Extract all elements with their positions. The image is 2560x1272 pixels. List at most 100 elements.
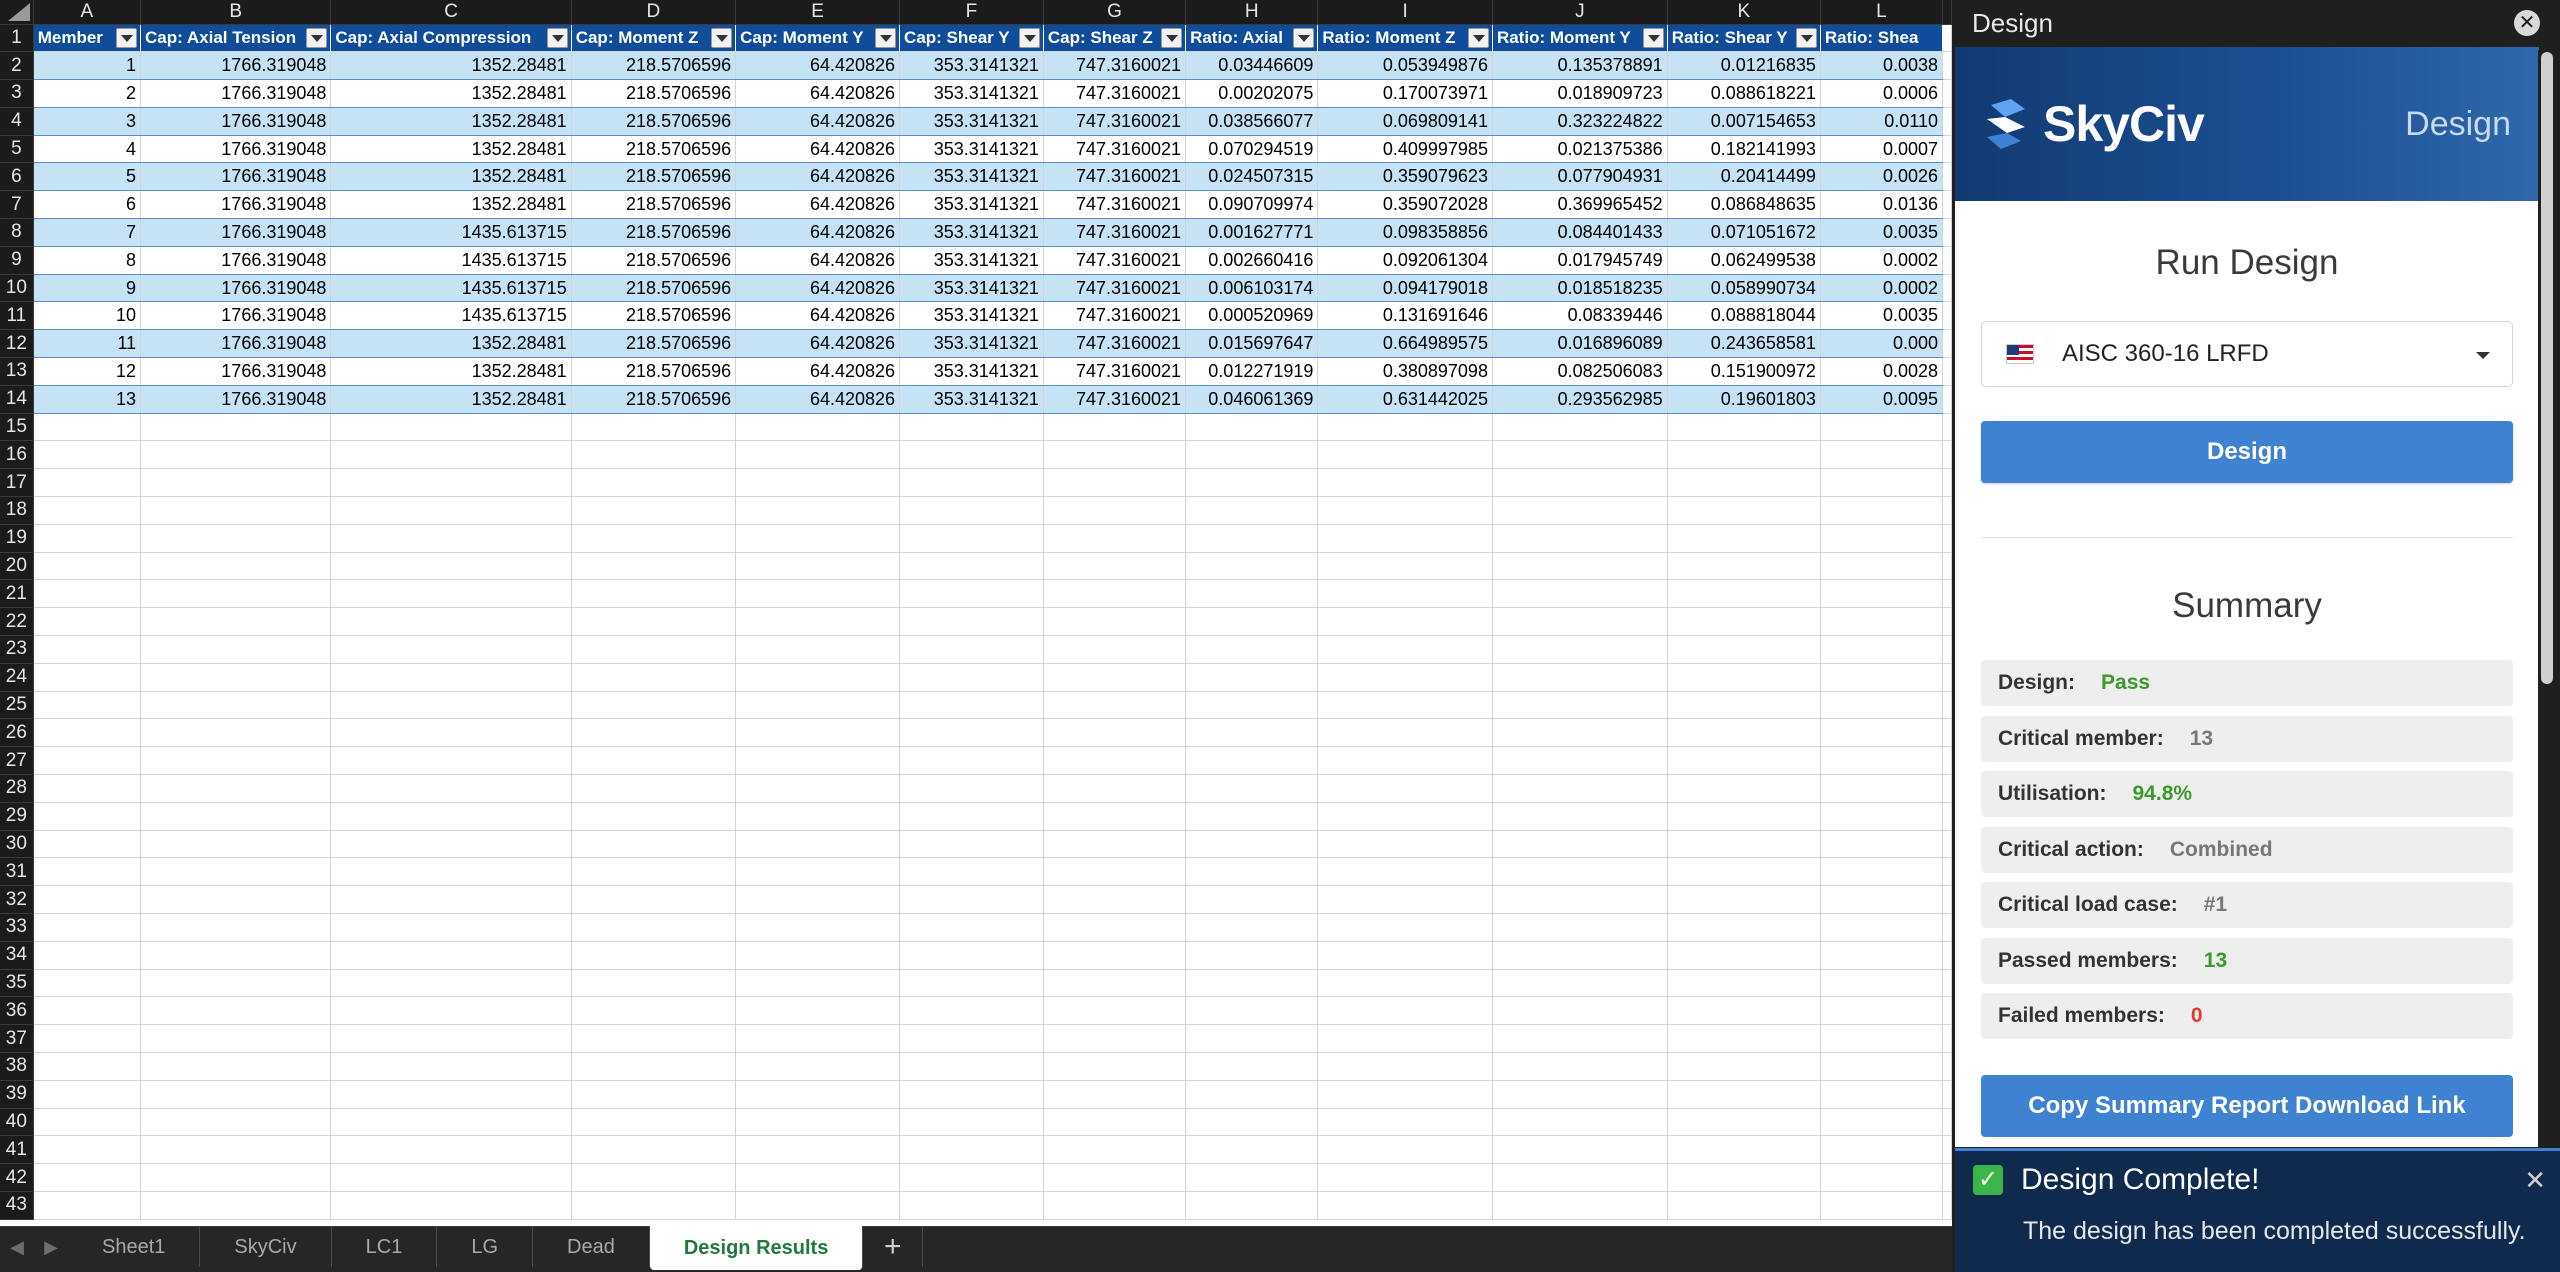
empty-cell[interactable]: [735, 1163, 901, 1192]
table-cell[interactable]: 10: [33, 301, 142, 331]
empty-cell[interactable]: [1942, 162, 1952, 192]
table-cell[interactable]: 0.015697647: [1185, 329, 1319, 359]
empty-cell[interactable]: [1317, 607, 1493, 637]
table-cell[interactable]: 0.323224822: [1492, 107, 1668, 136]
table-row[interactable]: 13 12 1766.319048 1352.28481 218.5706596 64.4…: [0, 357, 1952, 386]
sheet-tab-lc1[interactable]: LC1: [332, 1227, 438, 1267]
empty-cell[interactable]: [571, 1163, 737, 1192]
empty-cell[interactable]: [899, 969, 1044, 998]
empty-cell[interactable]: [571, 552, 737, 581]
row-header[interactable]: 37: [0, 1024, 34, 1053]
table-row[interactable]: 12 11 1766.319048 1352.28481 218.5706596 64.4…: [0, 329, 1952, 359]
empty-cell[interactable]: [140, 746, 332, 776]
row-header[interactable]: 7: [0, 190, 34, 220]
empty-cell[interactable]: [1820, 1052, 1944, 1081]
empty-cell[interactable]: [33, 1080, 142, 1109]
empty-cell[interactable]: [1492, 691, 1668, 720]
table-cell[interactable]: 64.420826: [735, 79, 901, 108]
empty-cell[interactable]: [1185, 1052, 1319, 1081]
prev-sheet-icon[interactable]: ◀: [0, 1227, 34, 1267]
empty-cell[interactable]: [1492, 718, 1668, 748]
row-header[interactable]: 4: [0, 107, 34, 136]
empty-cell[interactable]: [330, 440, 572, 470]
table-cell[interactable]: 0.069809141: [1317, 107, 1493, 136]
table-cell[interactable]: 353.3141321: [899, 274, 1044, 303]
table-header-cell[interactable]: Ratio: Shea: [1820, 24, 1944, 53]
empty-cell[interactable]: [33, 1163, 142, 1192]
row-header[interactable]: 9: [0, 246, 34, 275]
empty-cell[interactable]: [735, 746, 901, 776]
empty-cell[interactable]: [1043, 1191, 1187, 1220]
empty-cell[interactable]: [33, 830, 142, 859]
row-header[interactable]: 31: [0, 857, 34, 887]
empty-cell[interactable]: [1667, 468, 1821, 498]
table-cell[interactable]: 0.369965452: [1492, 190, 1668, 220]
row-header[interactable]: 25: [0, 691, 34, 720]
empty-cell[interactable]: [571, 802, 737, 831]
table-cell[interactable]: 218.5706596: [571, 162, 737, 192]
row-header[interactable]: 21: [0, 579, 34, 609]
table-cell[interactable]: 1766.319048: [140, 329, 332, 359]
empty-cell[interactable]: [1492, 941, 1668, 970]
empty-cell[interactable]: [1942, 635, 1952, 664]
row-header[interactable]: 12: [0, 329, 34, 359]
table-cell[interactable]: 353.3141321: [899, 246, 1044, 275]
empty-cell[interactable]: [1667, 440, 1821, 470]
empty-cell[interactable]: [899, 830, 1044, 859]
empty-cell[interactable]: [1492, 1024, 1668, 1053]
empty-cell[interactable]: [1317, 1052, 1493, 1081]
empty-cell[interactable]: [1942, 1080, 1952, 1109]
table-cell[interactable]: 747.3160021: [1043, 51, 1187, 81]
column-header-h[interactable]: H: [1185, 0, 1319, 25]
empty-cell[interactable]: [330, 941, 572, 970]
empty-cell[interactable]: [1942, 746, 1952, 776]
table-cell[interactable]: 3: [33, 107, 142, 136]
row-header[interactable]: 6: [0, 162, 34, 192]
table-cell[interactable]: 747.3160021: [1043, 246, 1187, 275]
table-header-cell[interactable]: Ratio: Moment Y: [1492, 24, 1668, 53]
empty-cell[interactable]: [1043, 440, 1187, 470]
row-header[interactable]: 36: [0, 996, 34, 1026]
empty-cell[interactable]: [1942, 440, 1952, 470]
empty-cell[interactable]: [1820, 1135, 1944, 1165]
empty-cell[interactable]: [1942, 830, 1952, 859]
empty-cell[interactable]: [1317, 579, 1493, 609]
row-header[interactable]: 13: [0, 357, 34, 386]
empty-cell[interactable]: [571, 440, 737, 470]
table-row[interactable]: 7 6 1766.319048 1352.28481 218.5706596 64.420…: [0, 190, 1952, 220]
empty-cell[interactable]: [1820, 440, 1944, 470]
empty-cell[interactable]: [1942, 1135, 1952, 1165]
empty-cell[interactable]: [140, 552, 332, 581]
table-cell[interactable]: 0.243658581: [1667, 329, 1821, 359]
empty-cell[interactable]: [1942, 24, 1952, 53]
row-header[interactable]: 15: [0, 413, 34, 442]
table-cell[interactable]: 0.0002: [1820, 246, 1944, 275]
empty-cell[interactable]: [1820, 607, 1944, 637]
empty-cell[interactable]: [735, 663, 901, 692]
table-cell[interactable]: 353.3141321: [899, 385, 1044, 414]
row-header[interactable]: 27: [0, 746, 34, 776]
table-cell[interactable]: 1352.28481: [330, 79, 572, 108]
table-row[interactable]: 3 2 1766.319048 1352.28481 218.5706596 64.420…: [0, 79, 1952, 108]
filter-dropdown-icon[interactable]: [875, 27, 897, 48]
empty-cell[interactable]: [1317, 802, 1493, 831]
empty-cell[interactable]: [1492, 1191, 1668, 1220]
row-header[interactable]: 11: [0, 301, 34, 331]
empty-cell[interactable]: [33, 579, 142, 609]
table-cell[interactable]: 1766.319048: [140, 162, 332, 192]
empty-cell[interactable]: [33, 774, 142, 803]
empty-cell[interactable]: [330, 802, 572, 831]
row-header[interactable]: 30: [0, 830, 34, 859]
table-header-cell[interactable]: Member: [33, 24, 142, 53]
empty-cell[interactable]: [1820, 913, 1944, 942]
empty-cell[interactable]: [1043, 1163, 1187, 1192]
empty-cell[interactable]: [1942, 718, 1952, 748]
empty-cell[interactable]: [1043, 1108, 1187, 1137]
row-header[interactable]: 28: [0, 774, 34, 803]
table-cell[interactable]: 64.420826: [735, 385, 901, 414]
empty-cell[interactable]: [899, 552, 1044, 581]
table-header-cell[interactable]: Cap: Moment Z: [571, 24, 737, 53]
empty-cell[interactable]: [1667, 969, 1821, 998]
empty-cell[interactable]: [1317, 718, 1493, 748]
empty-cell[interactable]: [140, 1024, 332, 1053]
